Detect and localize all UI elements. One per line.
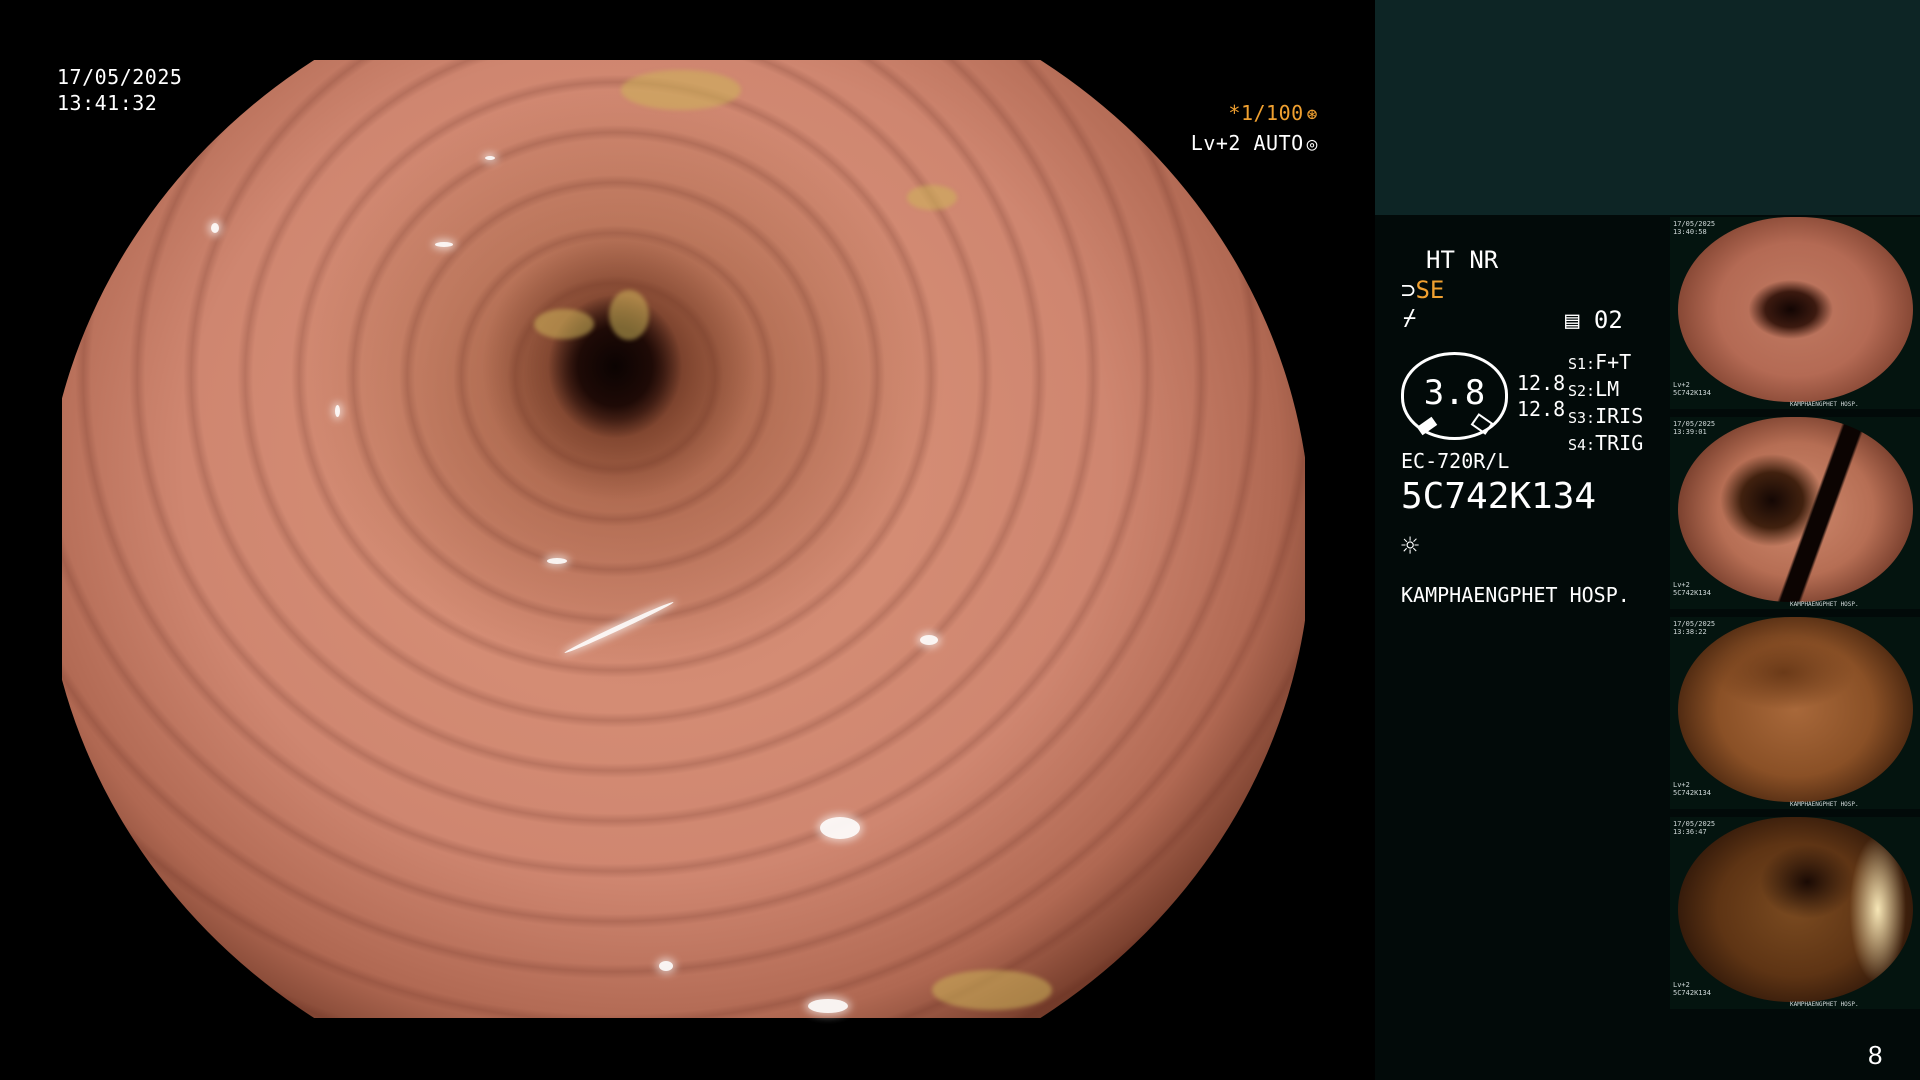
gauge-side-value: 12.8 [1517, 397, 1566, 421]
light-icon: ☼ [1401, 529, 1420, 564]
ht-nr-mode: HT NR [1426, 246, 1499, 274]
iris-icon: ◎ [1306, 134, 1318, 155]
setting-value: LM [1595, 377, 1620, 401]
document-icon: ▤ [1565, 306, 1580, 334]
thumbnail-caption: Lv+2 5C742K134 [1673, 381, 1711, 397]
setting-value: F+T [1595, 350, 1632, 374]
captured-thumbnail[interactable]: 17/05/2025 13:40:58 Lv+2 5C742K134 KAMPH… [1670, 217, 1920, 409]
gauge-side-values: 12.8 12.8 [1517, 370, 1565, 422]
page-number: 8 [1868, 1040, 1883, 1070]
light-reflection [563, 600, 675, 656]
gauge-marker-empty [1470, 413, 1494, 435]
light-reflection [658, 960, 673, 971]
time-text: 13:41:32 [57, 91, 158, 115]
date-text: 17/05/2025 [57, 65, 183, 89]
mucosa-debris [932, 970, 1053, 1011]
light-reflection [484, 155, 495, 160]
captured-thumbnail[interactable]: 17/05/2025 13:39:01 Lv+2 5C742K134 KAMPH… [1670, 417, 1920, 609]
gauge-value: 3.8 [1423, 373, 1486, 413]
setting-row: S4:TRIG [1568, 431, 1643, 458]
endoscopic-view [62, 60, 1305, 1018]
thumbnail-footer: KAMPHAENGPHET HOSP. [1790, 401, 1859, 408]
light-reflection [807, 998, 848, 1013]
setting-value: TRIG [1595, 431, 1644, 455]
light-reflection [546, 558, 567, 565]
thumbnail-footer: KAMPHAENGPHET HOSP. [1790, 601, 1859, 608]
setting-value: IRIS [1595, 404, 1644, 428]
setting-row: S2:LM [1568, 377, 1643, 404]
se-label: SE [1415, 276, 1445, 304]
gauge-side-value: 12.8 [1517, 371, 1566, 395]
endoscopy-screen: 17/05/2025 13:41:32 *1/100 ⊛ Lv+2 AUTO ◎ H… [0, 0, 1920, 1080]
thumbnail-footer: KAMPHAENGPHET HOSP. [1790, 1001, 1859, 1008]
scope-serial: 5C742K134 [1401, 476, 1597, 517]
captured-thumbnail[interactable]: 17/05/2025 13:38:22 Lv+2 5C742K134 KAMPH… [1670, 617, 1920, 809]
mucosa-debris [534, 309, 595, 340]
brightness-level: Lv+2 AUTO [1190, 131, 1304, 155]
datetime-stamp: 17/05/2025 13:41:32 [57, 64, 182, 116]
thumbnail-caption: Lv+2 5C742K134 [1673, 781, 1711, 797]
hospital-name: KAMPHAENGPHET HOSP. [1401, 583, 1630, 607]
setting-key: S4: [1568, 436, 1596, 454]
thumbnail-caption: 17/05/2025 13:36:47 [1673, 820, 1716, 836]
thumbnail-footer: KAMPHAENGPHET HOSP. [1790, 801, 1859, 808]
enhance-icon: ⌿ [1403, 306, 1417, 331]
panel-header-block [1375, 0, 1920, 215]
thumbnail-image [1678, 817, 1913, 1002]
shutter-icon: ⊛ [1306, 104, 1318, 125]
setting-key: S3: [1568, 409, 1596, 427]
switch-settings: S1:F+T S2:LM S3:IRIS S4:TRIG [1568, 350, 1643, 458]
setting-row: S3:IRIS [1568, 404, 1643, 431]
structure-enhancement: ⊃SE [1401, 276, 1444, 304]
light-reflection [335, 404, 341, 417]
light-reflection [211, 222, 220, 233]
shutter-speed: *1/100 [1228, 101, 1304, 125]
thumbnail-image [1678, 217, 1913, 402]
mucosa-debris [907, 184, 958, 210]
thumbnail-image [1678, 617, 1913, 802]
document-counter: ▤ 02 [1565, 306, 1623, 334]
exposure-readout: *1/100 ⊛ Lv+2 AUTO ◎ [1191, 99, 1318, 159]
thumbnail-image [1678, 417, 1913, 602]
captured-thumbnail[interactable]: 17/05/2025 13:36:47 Lv+2 5C742K134 KAMPH… [1670, 817, 1920, 1009]
thumbnail-caption: Lv+2 5C742K134 [1673, 581, 1711, 597]
setting-row: S1:F+T [1568, 350, 1643, 377]
mucosa-debris [621, 69, 742, 110]
scope-model: EC-720R/L [1401, 449, 1510, 473]
light-reflection [820, 816, 861, 839]
thumbnail-caption: Lv+2 5C742K134 [1673, 981, 1711, 997]
light-reflection [919, 634, 938, 645]
gauge-marker-filled [1416, 416, 1438, 436]
gauge-display: 3.8 [1401, 352, 1508, 440]
mucosa-debris [608, 289, 649, 340]
thumbnail-caption: 17/05/2025 13:38:22 [1673, 620, 1716, 636]
setting-key: S1: [1568, 355, 1596, 373]
setting-key: S2: [1568, 382, 1596, 400]
light-reflection [434, 242, 453, 248]
thumbnail-caption: 17/05/2025 13:40:58 [1673, 220, 1716, 236]
thumbnail-caption: 17/05/2025 13:39:01 [1673, 420, 1716, 436]
magnify-arrow-icon: ⊃ [1401, 276, 1416, 304]
doc-value: 02 [1593, 306, 1623, 334]
